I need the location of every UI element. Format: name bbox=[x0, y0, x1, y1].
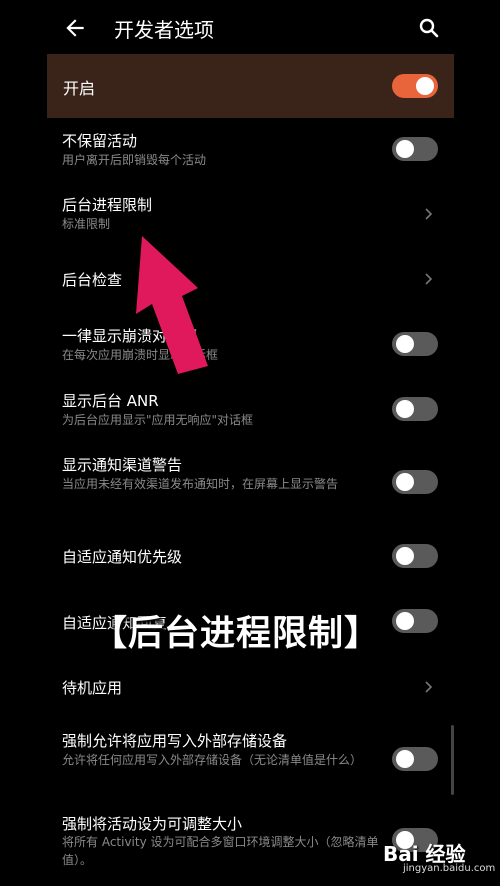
master-switch-label: 开启 bbox=[63, 79, 96, 98]
watermark-url: jingyan.baidu.com bbox=[403, 863, 496, 874]
setting-row-adaptive-notification-priority[interactable]: 自适应通知优先级 bbox=[47, 530, 454, 582]
setting-title: 待机应用 bbox=[62, 679, 123, 697]
setting-subtitle: 用户离开后即销毁每个活动 bbox=[62, 153, 207, 167]
setting-row-background-check[interactable]: 后台检查 bbox=[47, 252, 454, 306]
setting-subtitle: 在每次应用崩溃时显示对话框 bbox=[62, 348, 219, 362]
setting-row-background-process-limit[interactable]: 后台进程限制 标准限制 bbox=[47, 186, 454, 242]
master-switch-row[interactable]: 开启 bbox=[47, 54, 454, 118]
setting-toggle[interactable] bbox=[392, 609, 438, 633]
setting-subtitle: 允许将任何应用写入外部存储设备（无论清单值是什么） bbox=[62, 753, 363, 767]
chevron-right-icon bbox=[425, 681, 433, 693]
chevron-right-icon bbox=[425, 273, 433, 285]
setting-toggle[interactable] bbox=[392, 544, 438, 568]
setting-subtitle: 为后台应用显示"应用无响应"对话框 bbox=[62, 413, 254, 427]
setting-title: 不保留活动 bbox=[62, 132, 138, 150]
scrollbar[interactable] bbox=[451, 725, 454, 795]
watermark-logo: Bai 经验 jingyan.baidu.com bbox=[365, 838, 495, 882]
setting-subtitle: 当应用未经有效渠道发布通知时，在屏幕上显示警告 bbox=[62, 477, 339, 491]
setting-title: 一律显示崩溃对话框 bbox=[62, 327, 198, 345]
setting-toggle[interactable] bbox=[392, 747, 438, 771]
overlay-caption: 【后台进程限制】 bbox=[92, 614, 381, 654]
arrow-back-icon[interactable] bbox=[62, 15, 88, 41]
setting-row-background-anr[interactable]: 显示后台 ANR 为后台应用显示"应用无响应"对话框 bbox=[47, 382, 454, 438]
setting-title: 显示通知渠道警告 bbox=[62, 456, 183, 474]
setting-title: 强制允许将应用写入外部存储设备 bbox=[62, 732, 288, 750]
setting-toggle[interactable] bbox=[392, 137, 438, 161]
setting-row-notification-channel-warning[interactable]: 显示通知渠道警告 当应用未经有效渠道发布通知时，在屏幕上显示警告 bbox=[47, 446, 454, 520]
setting-subtitle: 标准限制 bbox=[62, 217, 111, 231]
setting-title: 强制将活动设为可调整大小 bbox=[62, 815, 243, 833]
setting-toggle[interactable] bbox=[392, 397, 438, 421]
app-bar: 开发者选项 bbox=[0, 0, 500, 56]
setting-toggle[interactable] bbox=[392, 332, 438, 356]
setting-title: 显示后台 ANR bbox=[62, 392, 159, 410]
setting-title: 自适应通知优先级 bbox=[62, 548, 183, 566]
setting-title: 后台检查 bbox=[62, 271, 123, 289]
setting-row-force-allow-external-storage[interactable]: 强制允许将应用写入外部存储设备 允许将任何应用写入外部存储设备（无论清单值是什么… bbox=[47, 722, 454, 798]
setting-title: 后台进程限制 bbox=[62, 196, 153, 214]
setting-row-show-crash-dialog[interactable]: 一律显示崩溃对话框 在每次应用崩溃时显示对话框 bbox=[47, 317, 454, 373]
setting-row-dont-keep-activities[interactable]: 不保留活动 用户离开后即销毁每个活动 bbox=[47, 122, 454, 178]
search-icon[interactable] bbox=[417, 16, 441, 40]
page-title: 开发者选项 bbox=[114, 18, 214, 42]
chevron-right-icon bbox=[425, 208, 433, 220]
setting-toggle[interactable] bbox=[392, 470, 438, 494]
setting-row-standby-apps[interactable]: 待机应用 bbox=[47, 662, 454, 712]
master-switch-toggle[interactable] bbox=[392, 74, 438, 98]
setting-subtitle: 将所有 Activity 设为可配合多窗口环境调整大小（忽略清单值）。 bbox=[62, 835, 379, 867]
